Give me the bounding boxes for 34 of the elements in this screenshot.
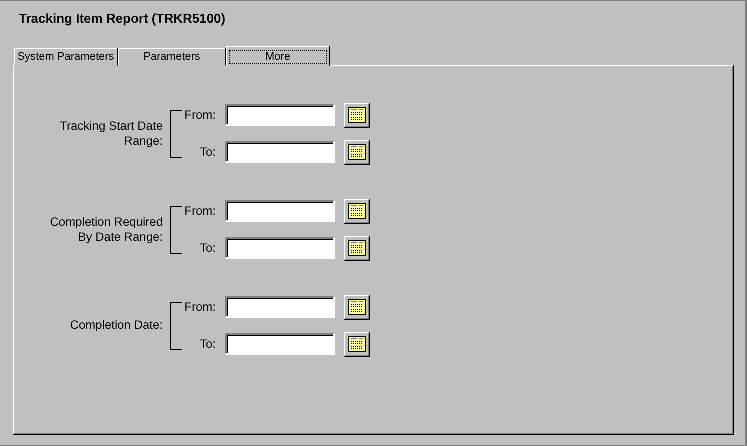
tab[interactable]: Parameters bbox=[118, 48, 226, 66]
field-label: From: bbox=[184, 108, 216, 122]
calendar-button[interactable] bbox=[344, 140, 370, 164]
calendar-icon bbox=[348, 299, 366, 315]
calendar-icon bbox=[348, 336, 366, 352]
field-label: To: bbox=[198, 337, 216, 351]
range-label: Completion Date: bbox=[69, 318, 163, 333]
date-field[interactable] bbox=[225, 333, 335, 355]
tab[interactable]: System Parameters bbox=[14, 48, 118, 66]
field-label: From: bbox=[184, 204, 216, 218]
calendar-button[interactable] bbox=[344, 198, 370, 224]
field-label: From: bbox=[184, 300, 216, 314]
field-label: To: bbox=[198, 145, 216, 159]
calendar-button[interactable] bbox=[344, 332, 370, 356]
bracket-line bbox=[170, 206, 182, 254]
date-field[interactable] bbox=[225, 104, 335, 126]
calendar-icon bbox=[348, 240, 366, 256]
window-title: Tracking Item Report (TRKR5100) bbox=[18, 10, 227, 28]
calendar-icon bbox=[348, 203, 366, 219]
calendar-icon bbox=[348, 144, 366, 160]
calendar-icon bbox=[348, 107, 366, 123]
calendar-button[interactable] bbox=[344, 102, 370, 128]
calendar-button[interactable] bbox=[344, 236, 370, 260]
bracket-line bbox=[170, 302, 182, 350]
bracket-line bbox=[170, 110, 182, 158]
date-field[interactable] bbox=[225, 141, 335, 163]
range-label: Completion Required By Date Range: bbox=[49, 214, 163, 244]
date-field[interactable] bbox=[225, 237, 335, 259]
date-field[interactable] bbox=[225, 200, 335, 222]
date-field[interactable] bbox=[225, 296, 335, 318]
calendar-button[interactable] bbox=[344, 294, 370, 320]
range-label: Tracking Start Date Range: bbox=[59, 118, 163, 148]
tab[interactable]: More bbox=[226, 46, 330, 66]
field-label: To: bbox=[198, 241, 216, 255]
